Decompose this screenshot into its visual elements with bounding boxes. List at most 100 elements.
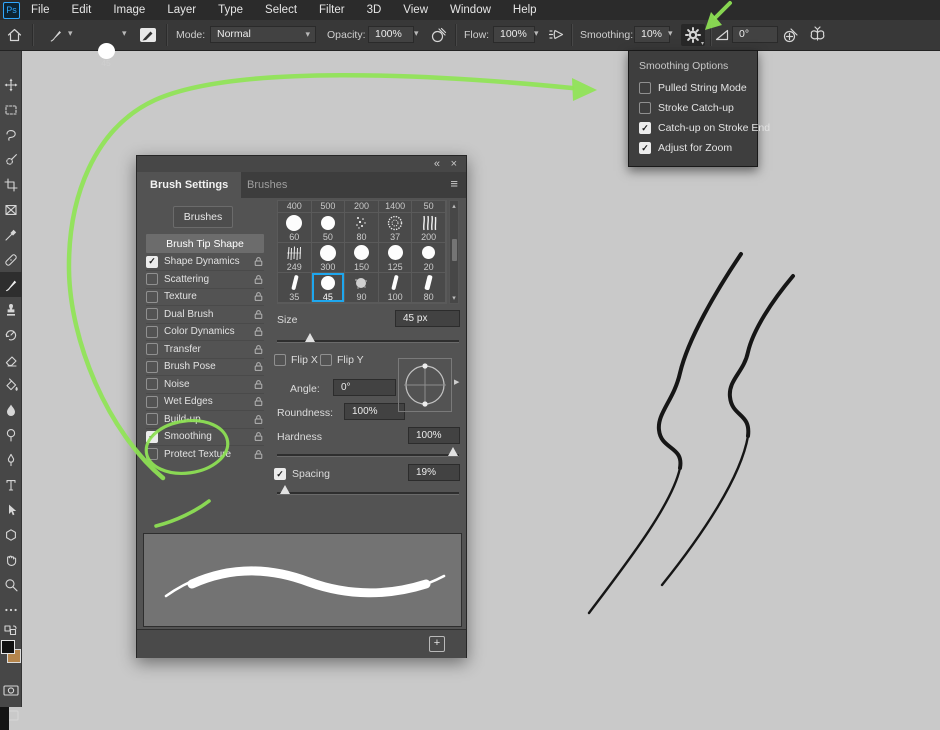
lock-icon[interactable] [253, 396, 264, 407]
angle-input[interactable]: 0° [333, 379, 396, 396]
menu-view[interactable]: View [392, 0, 439, 20]
option-color-dynamics[interactable]: Color Dynamics [146, 323, 264, 341]
brush-preset[interactable]: 90 [345, 273, 379, 303]
brush-preset[interactable]: 60 [278, 213, 312, 243]
option-noise[interactable]: Noise [146, 376, 264, 394]
zoom-tool[interactable] [0, 572, 22, 597]
menu-image[interactable]: Image [102, 0, 156, 20]
flow-input[interactable]: 100% [493, 26, 535, 43]
lock-icon[interactable] [253, 309, 264, 320]
lock-icon[interactable] [253, 414, 264, 425]
healing-brush-tool[interactable] [0, 247, 22, 272]
checkbox-checked[interactable] [639, 122, 651, 134]
smoothing-options-gear-button[interactable]: ▾ [681, 24, 705, 46]
option-wet-edges[interactable]: Wet Edges [146, 393, 264, 411]
panel-menu-icon[interactable]: ≡ [450, 176, 458, 191]
scroll-down-icon[interactable]: ▾ [450, 294, 458, 302]
frame-tool[interactable] [0, 197, 22, 222]
spacing-slider-thumb[interactable] [280, 485, 290, 494]
hardness-input[interactable]: 100% [408, 427, 460, 444]
option-scattering[interactable]: Scattering [146, 271, 264, 289]
brush-angle-roundness-control[interactable] [398, 358, 452, 412]
flip-x-control[interactable]: Flip X [274, 354, 318, 366]
brushes-button[interactable]: Brushes [173, 206, 233, 228]
option-brush-pose[interactable]: Brush Pose [146, 358, 264, 376]
brush-tip-shape-item[interactable]: Brush Tip Shape [146, 234, 264, 253]
size-slider-thumb[interactable] [305, 333, 315, 342]
spacing-input[interactable]: 19% [408, 464, 460, 481]
new-brush-button[interactable]: + [429, 636, 445, 652]
paint-symmetry-butterfly-icon[interactable] [806, 25, 828, 45]
move-tool[interactable] [0, 72, 22, 97]
popup-option-pulled-string-mode[interactable]: Pulled String Mode [629, 78, 757, 98]
checkbox-checked[interactable] [146, 431, 158, 443]
spacing-slider-track[interactable] [277, 492, 459, 495]
opacity-input[interactable]: 100% [368, 26, 414, 43]
dodge-tool[interactable] [0, 422, 22, 447]
checkbox-unchecked[interactable] [639, 82, 651, 94]
lasso-tool[interactable] [0, 122, 22, 147]
chevron-down-icon[interactable]: ▾ [68, 28, 73, 39]
brush-preset[interactable]: 150 [345, 243, 379, 273]
menu-filter[interactable]: Filter [308, 0, 356, 20]
brush-preset-preview[interactable]: 45 [94, 43, 118, 67]
chevron-down-icon[interactable]: ▾ [122, 28, 127, 39]
mode-select[interactable]: Normal ▾ [210, 26, 316, 43]
eyedropper-tool[interactable] [0, 222, 22, 247]
checkbox-unchecked[interactable] [146, 343, 158, 355]
spacing-control[interactable]: Spacing [274, 468, 330, 480]
option-build-up[interactable]: Build-up [146, 411, 264, 429]
scroll-up-icon[interactable]: ▴ [450, 202, 458, 210]
brush-tool[interactable] [0, 272, 22, 297]
popup-option-adjust-for-zoom[interactable]: Adjust for Zoom [629, 138, 757, 158]
checkbox-unchecked[interactable] [146, 273, 158, 285]
flip-y-control[interactable]: Flip Y [320, 354, 364, 366]
checkbox-unchecked[interactable] [146, 326, 158, 338]
pressure-size-icon[interactable] [780, 26, 800, 44]
crop-tool[interactable] [0, 172, 22, 197]
lock-icon[interactable] [253, 274, 264, 285]
checkbox-checked[interactable] [274, 468, 286, 480]
brush-preset[interactable]: 80 [412, 273, 446, 303]
shape-tool[interactable] [0, 522, 22, 547]
menu-layer[interactable]: Layer [156, 0, 207, 20]
brush-preset[interactable]: 249 [278, 243, 312, 273]
option-protect-texture[interactable]: Protect Texture [146, 446, 264, 463]
blur-tool[interactable] [0, 397, 22, 422]
option-shape-dynamics[interactable]: Shape Dynamics [146, 253, 264, 271]
pressure-opacity-icon[interactable] [428, 26, 448, 44]
lock-icon[interactable] [253, 431, 264, 442]
checkbox-unchecked[interactable] [146, 291, 158, 303]
quick-mask-mode-button[interactable] [0, 678, 22, 703]
toggle-brush-settings-panel-button[interactable] [138, 26, 158, 44]
hardness-slider-track[interactable] [277, 454, 459, 457]
menu-select[interactable]: Select [254, 0, 308, 20]
paint-bucket-tool[interactable] [0, 372, 22, 397]
checkbox-unchecked[interactable] [274, 354, 286, 366]
option-transfer[interactable]: Transfer [146, 341, 264, 359]
brush-preset[interactable]: 100 [379, 273, 413, 303]
swap-colors-icon[interactable] [0, 622, 22, 638]
menu-help[interactable]: Help [502, 0, 548, 20]
tab-brush-settings[interactable]: Brush Settings [137, 172, 241, 198]
checkbox-unchecked[interactable] [146, 308, 158, 320]
popup-option-catch-up-on-stroke-end[interactable]: Catch-up on Stroke End [629, 118, 757, 138]
brush-preset[interactable]: 35 [278, 273, 312, 303]
type-tool[interactable] [0, 472, 22, 497]
brush-preset[interactable]: 300 [312, 243, 346, 273]
size-input[interactable]: 45 px [395, 310, 460, 327]
brush-preset[interactable]: 80 [345, 213, 379, 243]
menu-3d[interactable]: 3D [356, 0, 393, 20]
checkbox-unchecked[interactable] [146, 448, 158, 460]
checkbox-unchecked[interactable] [146, 361, 158, 373]
airbrush-icon[interactable] [546, 26, 566, 44]
chevron-down-icon[interactable]: ▾ [668, 28, 673, 39]
menu-file[interactable]: File [20, 0, 61, 20]
lock-icon[interactable] [253, 256, 264, 267]
pen-tool[interactable] [0, 447, 22, 472]
checkbox-unchecked[interactable] [146, 413, 158, 425]
checkbox-unchecked[interactable] [320, 354, 332, 366]
foreground-color-swatch[interactable] [1, 640, 15, 654]
checkbox-unchecked[interactable] [639, 102, 651, 114]
path-selection-tool[interactable] [0, 497, 22, 522]
